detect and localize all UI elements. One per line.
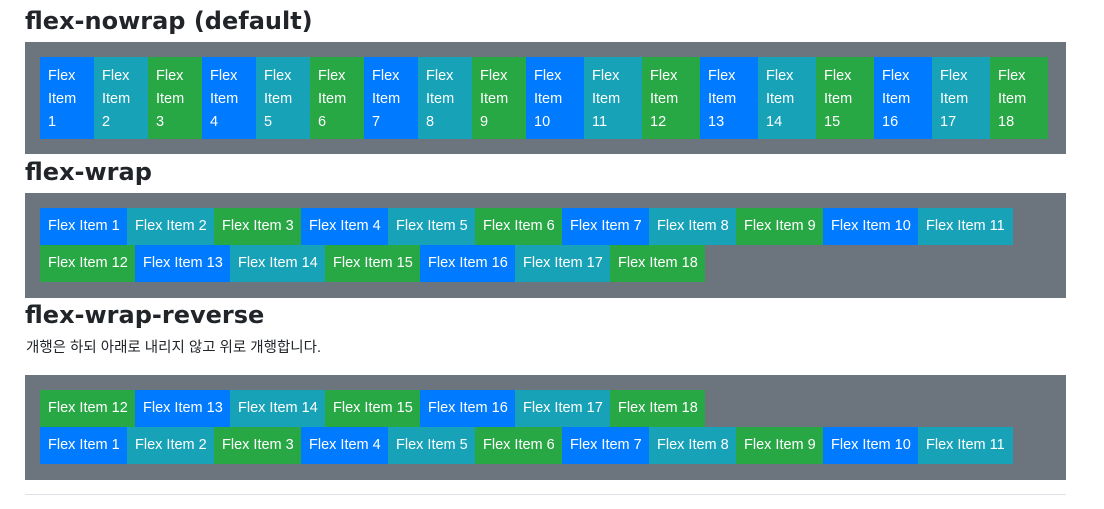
flex-item-12: Flex Item 12 (40, 390, 135, 427)
flex-item-10: Flex Item 10 (526, 57, 584, 139)
flex-item-16: Flex Item 16 (420, 390, 515, 427)
flex-item-17: Flex Item 17 (515, 245, 610, 282)
flex-item-5: Flex Item 5 (256, 57, 310, 139)
flex-item-4: Flex Item 4 (301, 427, 388, 464)
flex-item-2: Flex Item 2 (94, 57, 148, 139)
flex-item-8: Flex Item 8 (418, 57, 472, 139)
flex-container-wrap: Flex Item 1 Flex Item 2 Flex Item 3 Flex It… (25, 193, 1066, 298)
flex-item-1: Flex Item 1 (40, 208, 127, 245)
flex-item-1: Flex Item 1 (40, 427, 127, 464)
page: flex-nowrap (default) Flex Item 1 Flex It… (0, 0, 1104, 509)
flex-item-13: Flex Item 13 (135, 245, 230, 282)
flex-item-1: Flex Item 1 (40, 57, 94, 139)
flex-row-wrap-reverse-line-1: Flex Item 12 Flex Item 13 Flex Item 14 Flex… (40, 390, 705, 427)
flex-item-9: Flex Item 9 (736, 208, 823, 245)
flex-item-12: Flex Item 12 (40, 245, 135, 282)
flex-item-8: Flex Item 8 (649, 208, 736, 245)
flex-item-6: Flex Item 6 (475, 427, 562, 464)
flex-item-15: Flex Item 15 (325, 390, 420, 427)
flex-item-17: Flex Item 17 (515, 390, 610, 427)
flex-item-11: Flex Item 11 (584, 57, 642, 139)
flex-item-17: Flex Item 17 (932, 57, 990, 139)
flex-item-7: Flex Item 7 (364, 57, 418, 139)
section-title-nowrap: flex-nowrap (default) (25, 7, 313, 35)
flex-item-4: Flex Item 4 (202, 57, 256, 139)
flex-item-8: Flex Item 8 (649, 427, 736, 464)
flex-item-3: Flex Item 3 (214, 208, 301, 245)
flex-row-wrap-reverse-line-2: Flex Item 1 Flex Item 2 Flex Item 3 Flex It… (40, 427, 1013, 464)
divider (25, 494, 1066, 495)
flex-item-6: Flex Item 6 (310, 57, 364, 139)
flex-item-14: Flex Item 14 (758, 57, 816, 139)
flex-item-9: Flex Item 9 (472, 57, 526, 139)
flex-item-18: Flex Item 18 (610, 245, 705, 282)
flex-item-13: Flex Item 13 (135, 390, 230, 427)
flex-item-14: Flex Item 14 (230, 390, 325, 427)
section-title-wrap-reverse: flex-wrap-reverse (25, 301, 265, 329)
flex-row-wrap-line-1: Flex Item 1 Flex Item 2 Flex Item 3 Flex It… (40, 208, 1013, 245)
flex-item-2: Flex Item 2 (127, 427, 214, 464)
flex-item-11: Flex Item 11 (918, 208, 1013, 245)
flex-container-wrap-reverse: Flex Item 12 Flex Item 13 Flex Item 14 Flex… (25, 375, 1066, 480)
flex-row-wrap-line-2: Flex Item 12 Flex Item 13 Flex Item 14 Flex… (40, 245, 705, 282)
flex-item-3: Flex Item 3 (214, 427, 301, 464)
flex-item-18: Flex Item 18 (990, 57, 1048, 139)
flex-item-10: Flex Item 10 (823, 208, 918, 245)
flex-item-18: Flex Item 18 (610, 390, 705, 427)
flex-item-7: Flex Item 7 (562, 208, 649, 245)
flex-item-13: Flex Item 13 (700, 57, 758, 139)
flex-item-6: Flex Item 6 (475, 208, 562, 245)
flex-item-14: Flex Item 14 (230, 245, 325, 282)
flex-item-2: Flex Item 2 (127, 208, 214, 245)
section-title-wrap: flex-wrap (25, 158, 152, 186)
flex-item-15: Flex Item 15 (816, 57, 874, 139)
flex-item-9: Flex Item 9 (736, 427, 823, 464)
flex-item-10: Flex Item 10 (823, 427, 918, 464)
flex-item-12: Flex Item 12 (642, 57, 700, 139)
flex-item-3: Flex Item 3 (148, 57, 202, 139)
flex-item-5: Flex Item 5 (388, 208, 475, 245)
flex-item-15: Flex Item 15 (325, 245, 420, 282)
flex-item-11: Flex Item 11 (918, 427, 1013, 464)
section-description: 개행은 하되 아래로 내리지 않고 위로 개행합니다. (26, 340, 321, 356)
flex-item-5: Flex Item 5 (388, 427, 475, 464)
flex-item-16: Flex Item 16 (874, 57, 932, 139)
flex-row-nowrap: Flex Item 1 Flex Item 2 Flex Item 3 Flex It… (40, 57, 1048, 139)
flex-item-16: Flex Item 16 (420, 245, 515, 282)
flex-container-nowrap: Flex Item 1 Flex Item 2 Flex Item 3 Flex It… (25, 42, 1066, 154)
flex-item-7: Flex Item 7 (562, 427, 649, 464)
flex-item-4: Flex Item 4 (301, 208, 388, 245)
